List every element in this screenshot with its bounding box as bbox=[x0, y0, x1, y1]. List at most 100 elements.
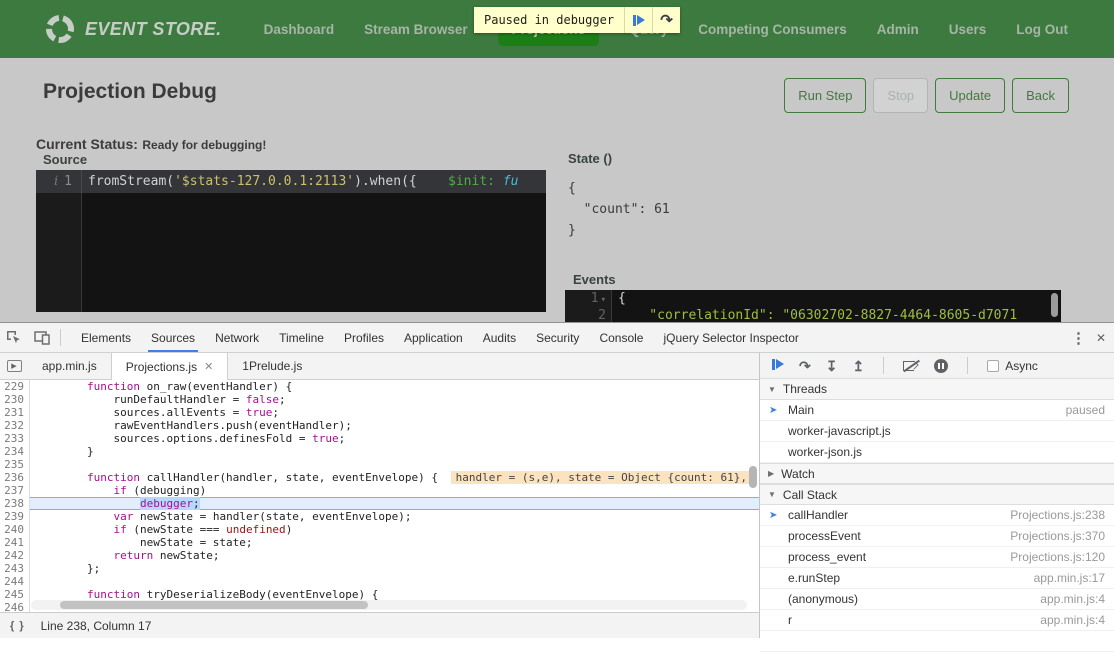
thread-row-main[interactable]: ➤Mainpaused bbox=[760, 400, 1114, 421]
line-number[interactable]: 244 bbox=[0, 575, 30, 588]
stack-frame-e-runstep[interactable]: e.runStepapp.min.js:17 bbox=[760, 568, 1114, 589]
threads-section-header[interactable]: ▼ Threads bbox=[760, 379, 1114, 400]
code-line-240[interactable]: 240 if (newState === undefined) bbox=[0, 523, 759, 536]
async-toggle: Async bbox=[987, 359, 1038, 373]
code-text: runDefaultHandler = false; bbox=[30, 393, 759, 406]
line-number[interactable]: 231 bbox=[0, 406, 30, 419]
code-line-237[interactable]: 237 if (debugging) bbox=[0, 484, 759, 497]
nav-item-dashboard[interactable]: Dashboard bbox=[264, 22, 335, 37]
pretty-print-icon[interactable]: { } bbox=[10, 620, 25, 632]
stack-frame-callhandler[interactable]: ➤callHandlerProjections.js:238 bbox=[760, 505, 1114, 526]
inspect-element-button[interactable] bbox=[0, 325, 28, 351]
async-checkbox[interactable] bbox=[987, 360, 999, 372]
devtools-menu-button[interactable]: ⋮ bbox=[1071, 329, 1086, 347]
thread-row-worker-json-js[interactable]: worker-json.js bbox=[760, 442, 1114, 463]
code-vertical-scrollbar-thumb[interactable] bbox=[749, 466, 757, 488]
code-line-232[interactable]: 232 rawEventHandlers.push(eventHandler); bbox=[0, 419, 759, 432]
code-text: if (debugging) bbox=[30, 484, 759, 497]
code-line-230[interactable]: 230 runDefaultHandler = false; bbox=[0, 393, 759, 406]
devtools-tab-timeline[interactable]: Timeline bbox=[269, 323, 334, 352]
code-line-229[interactable]: 229 function on_raw(eventHandler) { bbox=[0, 380, 759, 393]
devtools-tab-application[interactable]: Application bbox=[394, 323, 473, 352]
resume-script-button[interactable] bbox=[624, 7, 652, 33]
line-number[interactable]: 242 bbox=[0, 549, 30, 562]
devtools-tab-network[interactable]: Network bbox=[205, 323, 269, 352]
line-number[interactable]: 243 bbox=[0, 562, 30, 575]
deactivate-breakpoints-button[interactable] bbox=[903, 360, 919, 372]
source-code-editor[interactable]: i1 fromStream('$stats-127.0.0.1:2113').w… bbox=[36, 170, 546, 312]
step-into-button[interactable]: ↧ bbox=[826, 359, 838, 373]
thread-row-worker-javascript-js[interactable]: worker-javascript.js bbox=[760, 421, 1114, 442]
devtools-tab-audits[interactable]: Audits bbox=[473, 323, 526, 352]
step-out-button[interactable]: ↥ bbox=[852, 359, 864, 373]
eventstore-logo[interactable]: EVENT STORE. bbox=[44, 13, 222, 45]
devtools-close-button[interactable]: ✕ bbox=[1096, 331, 1106, 345]
back-button[interactable]: Back bbox=[1012, 78, 1069, 113]
line-number[interactable]: 238 bbox=[0, 497, 30, 510]
nav-item-log-out[interactable]: Log Out bbox=[1016, 22, 1068, 37]
nav-item-admin[interactable]: Admin bbox=[877, 22, 919, 37]
code-line-241[interactable]: 241 newState = state; bbox=[0, 536, 759, 549]
events-editor[interactable]: 1▾{2 "correlationId": "06302702-8827-446… bbox=[565, 290, 1061, 322]
stop-button: Stop bbox=[873, 78, 928, 113]
step-over-button[interactable]: ↷ bbox=[652, 7, 680, 33]
line-number[interactable]: 241 bbox=[0, 536, 30, 549]
watch-section-header[interactable]: ▶ Watch bbox=[760, 463, 1114, 484]
devtools-tab-security[interactable]: Security bbox=[526, 323, 589, 352]
line-number[interactable]: 240 bbox=[0, 523, 30, 536]
code-horizontal-scrollbar-thumb[interactable] bbox=[60, 601, 368, 609]
line-number[interactable]: 235 bbox=[0, 458, 30, 471]
line-number[interactable]: 229 bbox=[0, 380, 30, 393]
code-editor[interactable]: 229 function on_raw(eventHandler) {230 r… bbox=[0, 380, 759, 612]
nav-item-competing-consumers[interactable]: Competing Consumers bbox=[698, 22, 847, 37]
line-number[interactable]: 239 bbox=[0, 510, 30, 523]
line-number[interactable]: 232 bbox=[0, 419, 30, 432]
code-line-244[interactable]: 244 bbox=[0, 575, 759, 588]
devtools-tab-profiles[interactable]: Profiles bbox=[334, 323, 394, 352]
devtools-tab-bar: ElementsSourcesNetworkTimelineProfilesAp… bbox=[71, 323, 809, 352]
call-stack-section-header[interactable]: ▼ Call Stack bbox=[760, 484, 1114, 505]
code-line-234[interactable]: 234 } bbox=[0, 445, 759, 458]
stack-frame-anonymous[interactable]: (anonymous)app.min.js:4 bbox=[760, 589, 1114, 610]
update-button[interactable]: Update bbox=[935, 78, 1005, 113]
code-line-242[interactable]: 242 return newState; bbox=[0, 549, 759, 562]
devtools-tab-elements[interactable]: Elements bbox=[71, 323, 141, 352]
line-number[interactable]: 237 bbox=[0, 484, 30, 497]
run-step-button[interactable]: Run Step bbox=[784, 78, 866, 113]
line-number[interactable]: 236 bbox=[0, 471, 30, 484]
devtools-tab-sources[interactable]: Sources bbox=[141, 323, 205, 352]
close-tab-icon[interactable]: ✕ bbox=[204, 360, 213, 373]
file-tab-app-min-js[interactable]: app.min.js bbox=[28, 353, 111, 379]
code-line-235[interactable]: 235 bbox=[0, 458, 759, 471]
state-panel-label: State () bbox=[568, 151, 612, 166]
code-line-238[interactable]: 238 debugger; bbox=[0, 497, 759, 510]
line-number[interactable]: 233 bbox=[0, 432, 30, 445]
stack-frame-processevent[interactable]: processEventProjections.js:370 bbox=[760, 526, 1114, 547]
stack-frame-r[interactable]: rapp.min.js:4 bbox=[760, 610, 1114, 631]
nav-item-stream-browser[interactable]: Stream Browser bbox=[364, 22, 468, 37]
code-line-243[interactable]: 243 }; bbox=[0, 562, 759, 575]
pause-on-exceptions-button[interactable] bbox=[934, 359, 948, 373]
code-line-239[interactable]: 239 var newState = handler(state, eventE… bbox=[0, 510, 759, 523]
line-number[interactable]: 246 bbox=[0, 601, 30, 612]
code-line-233[interactable]: 233 sources.options.definesFold = true; bbox=[0, 432, 759, 445]
events-line-number: 2 bbox=[565, 307, 612, 322]
events-scrollbar-thumb[interactable] bbox=[1051, 293, 1058, 317]
toolbar-separator bbox=[60, 329, 61, 346]
line-number[interactable]: 230 bbox=[0, 393, 30, 406]
code-line-236[interactable]: 236 function callHandler(handler, state,… bbox=[0, 471, 759, 484]
code-line-231[interactable]: 231 sources.allEvents = true; bbox=[0, 406, 759, 419]
line-number[interactable]: 245 bbox=[0, 588, 30, 601]
file-tab-projections-js[interactable]: Projections.js✕ bbox=[111, 353, 229, 380]
stack-frame-process-event[interactable]: process_eventProjections.js:120 bbox=[760, 547, 1114, 568]
line-number[interactable]: 234 bbox=[0, 445, 30, 458]
step-over-button[interactable]: ↷ bbox=[799, 359, 811, 373]
devtools-tab-jquery-selector-inspector[interactable]: jQuery Selector Inspector bbox=[653, 323, 808, 352]
device-toolbar-button[interactable] bbox=[28, 325, 56, 351]
current-thread-arrow-icon: ➤ bbox=[769, 405, 788, 416]
resume-script-execution-button[interactable] bbox=[772, 357, 784, 375]
file-tab-1prelude-js[interactable]: 1Prelude.js bbox=[228, 353, 316, 379]
nav-item-users[interactable]: Users bbox=[949, 22, 987, 37]
show-navigator-button[interactable]: ▶ bbox=[0, 353, 28, 379]
devtools-tab-console[interactable]: Console bbox=[589, 323, 653, 352]
